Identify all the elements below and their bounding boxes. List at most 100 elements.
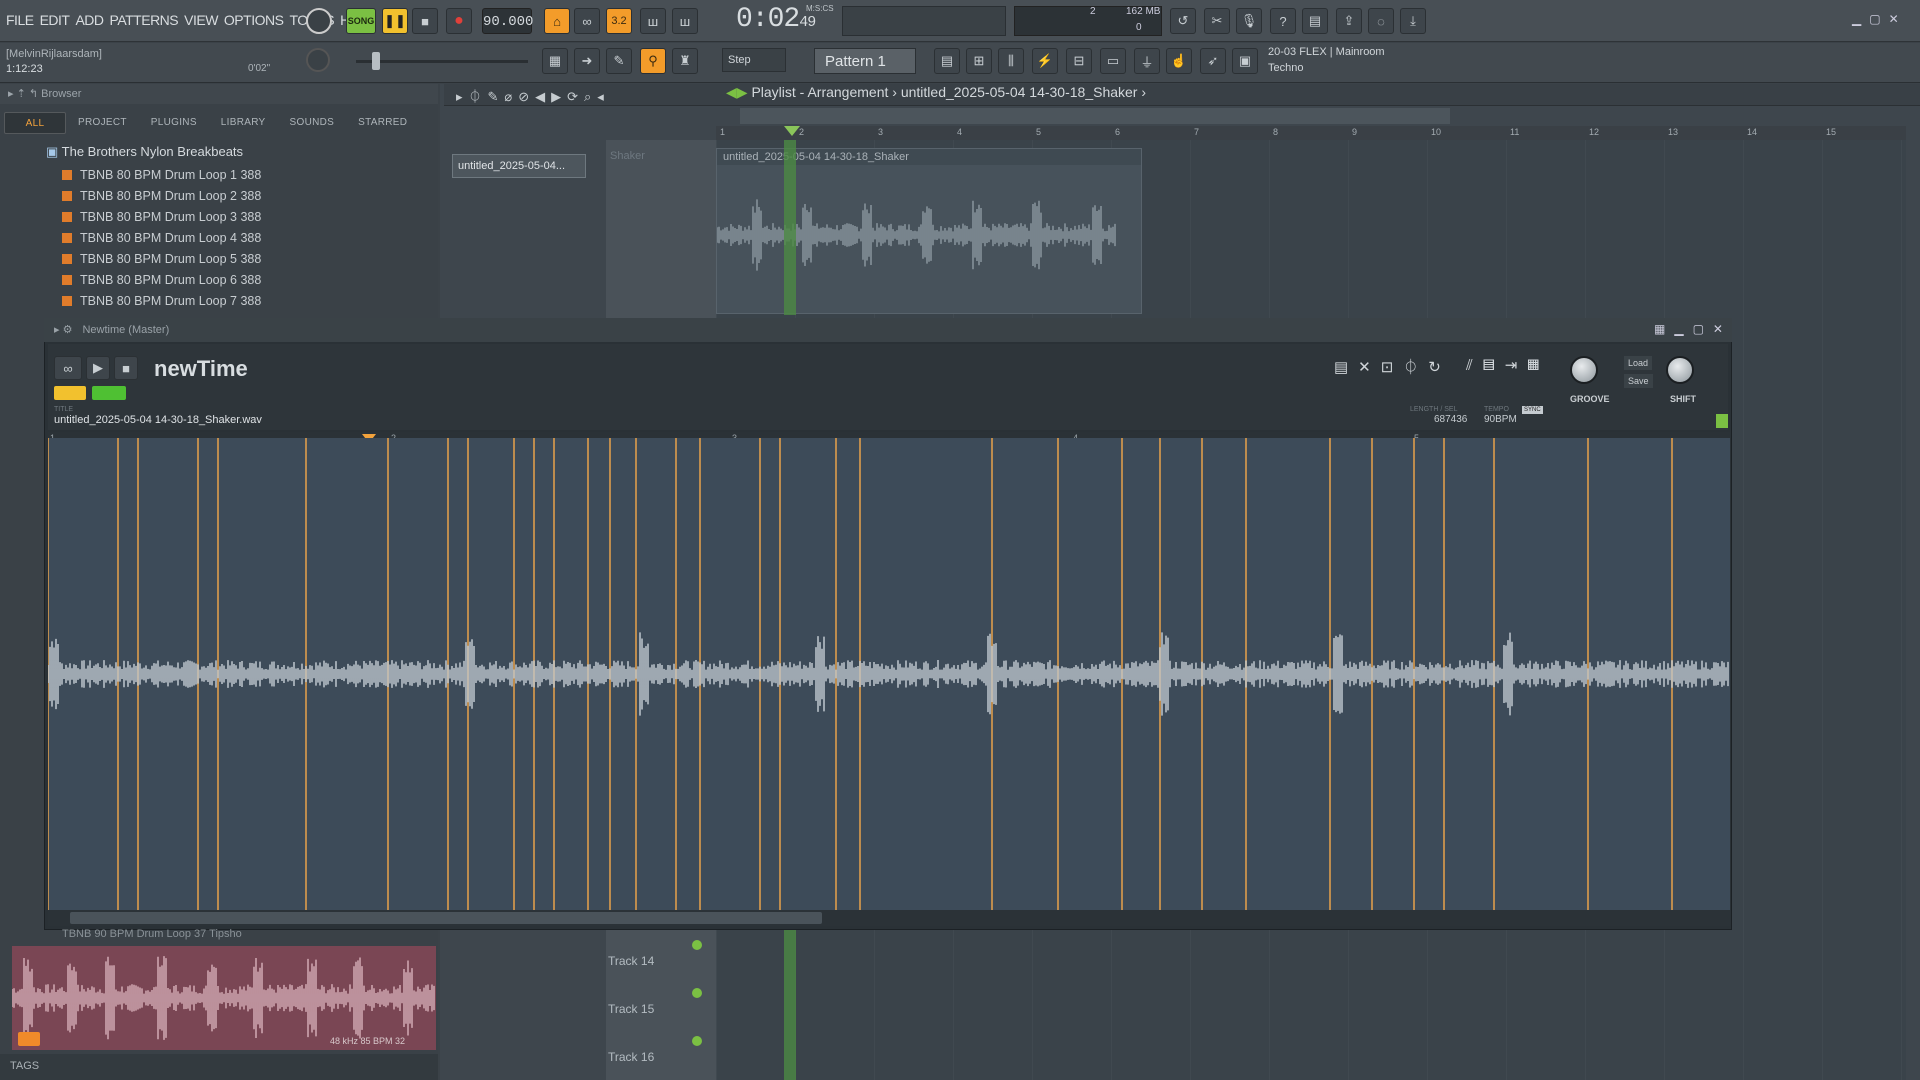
folder-item[interactable]: ▣ The Brothers Nylon Breakbeats — [46, 144, 243, 160]
track-mute-led[interactable] — [692, 988, 702, 998]
browser-file-item[interactable]: TBNB 80 BPM Drum Loop 4 388 — [62, 231, 261, 245]
track-mute-led[interactable] — [692, 1036, 702, 1046]
browser-arrows-icon[interactable]: ▸ ⇡ ↰ — [8, 88, 41, 100]
brush-icon[interactable]: ✎ — [606, 48, 632, 74]
plugin-picker-icon[interactable]: ⚡ — [1032, 48, 1058, 74]
groove-knob[interactable] — [1570, 356, 1598, 384]
menu-edit[interactable]: EDIT — [40, 12, 70, 28]
news-line2[interactable]: Techno — [1268, 62, 1303, 74]
stamp-icon[interactable]: ♜ — [672, 48, 698, 74]
browser-tab-all[interactable]: ALL — [4, 112, 66, 134]
playlist-icon[interactable]: ▤ — [934, 48, 960, 74]
newtime-window-controls[interactable]: ▦▁▢✕ — [1654, 322, 1732, 336]
track-name[interactable]: Shaker — [610, 150, 645, 162]
countdown-icon[interactable]: 3.2 — [606, 8, 632, 34]
bird-icon[interactable]: ➶ — [1200, 48, 1226, 74]
news-line1[interactable]: 20-03 FLEX | Mainroom — [1268, 46, 1385, 58]
metronome-icon[interactable]: ⌂ — [544, 8, 570, 34]
preview-toggle[interactable] — [92, 386, 126, 400]
playlist-tools-icon[interactable]: ▸⏀✎⌀⊘◀▶⟳⌕◂ — [456, 86, 610, 105]
browser-file-item[interactable]: TBNB 80 BPM Drum Loop 1 388 — [62, 168, 261, 182]
master-volume-slider[interactable] — [356, 60, 528, 63]
master-volume-handle[interactable] — [372, 52, 380, 70]
arrow-icon[interactable]: ➜ — [574, 48, 600, 74]
save-icon[interactable]: ▤ — [1302, 8, 1328, 34]
newtime-gear-icon[interactable]: ▸ ⚙ — [44, 318, 82, 341]
stop-icon[interactable]: ■ — [114, 356, 138, 380]
browser-tab-sounds[interactable]: SOUNDS — [278, 112, 347, 134]
plug-icon[interactable]: ⏚ — [1134, 48, 1160, 74]
export-icon[interactable]: ⇪ — [1336, 8, 1362, 34]
load-button[interactable]: Load — [1624, 356, 1653, 370]
store-icon[interactable]: ▣ — [1232, 48, 1258, 74]
browser-tab-plugins[interactable]: PLUGINS — [139, 112, 209, 134]
master-pitch-knob[interactable] — [306, 48, 330, 72]
cut-icon[interactable]: ✂ — [1204, 8, 1230, 34]
folder-icon: ▣ — [46, 144, 62, 159]
window-controls[interactable]: ▁▢✕ — [1852, 12, 1907, 26]
browser-tab-project[interactable]: PROJECT — [66, 112, 139, 134]
menu-options[interactable]: OPTIONS — [224, 12, 284, 28]
metronome-knob[interactable] — [306, 8, 332, 34]
step-edit-icon[interactable]: ш — [640, 8, 666, 34]
record-button[interactable]: ● — [446, 8, 472, 34]
newtime-waveform-area[interactable] — [47, 438, 1730, 910]
help-icon[interactable]: ? — [1270, 8, 1296, 34]
song-mode-toggle[interactable]: SONG — [346, 8, 376, 34]
piano-roll-icon[interactable]: ▦ — [542, 48, 568, 74]
play-icon[interactable]: ▶ — [86, 356, 110, 380]
preview-play-icon[interactable] — [18, 1032, 40, 1046]
menu-view[interactable]: VIEW — [184, 12, 218, 28]
sync-button[interactable]: SYNC — [1522, 406, 1543, 414]
mic-icon[interactable]: 🎙 — [1236, 8, 1262, 34]
menu-patterns[interactable]: PATTERNS — [110, 12, 179, 28]
playhead-marker-icon[interactable] — [784, 126, 800, 136]
menu-add[interactable]: ADD — [75, 12, 104, 28]
shift-knob[interactable] — [1666, 356, 1694, 384]
channel-rack-icon[interactable]: ⊞ — [966, 48, 992, 74]
playhead[interactable] — [784, 140, 796, 315]
browser-file-item[interactable]: TBNB 80 BPM Drum Loop 3 388 — [62, 210, 261, 224]
download-icon[interactable]: ⤓ — [1400, 8, 1426, 34]
chat-icon[interactable]: ◌ — [1368, 8, 1394, 34]
browser-file-item[interactable]: TBNB 80 BPM Drum Loop 2 388 — [62, 189, 261, 203]
track-label[interactable]: Track 16 — [608, 1050, 654, 1064]
newtime-scroll-thumb[interactable] — [70, 912, 822, 924]
stop-button[interactable]: ■ — [412, 8, 438, 34]
track-mute-led[interactable] — [692, 940, 702, 950]
link-icon[interactable]: ⚲ — [640, 48, 666, 74]
playlist-ruler[interactable]: 1 2 3 4 5 6 7 8 9 10 11 12 13 14 15 — [716, 126, 1906, 140]
wait-icon[interactable]: ∞ — [574, 8, 600, 34]
link-toggle[interactable] — [54, 386, 86, 400]
playlist-scrollbar[interactable] — [740, 108, 1450, 124]
tags-bar[interactable]: TAGS — [0, 1054, 438, 1080]
touch-icon[interactable]: ☝ — [1166, 48, 1192, 74]
tempo-display[interactable]: 90.000 — [482, 8, 533, 34]
loop-record-icon[interactable]: ш — [672, 8, 698, 34]
audio-clip[interactable]: untitled_2025-05-04 14-30-18_Shaker — [716, 148, 1142, 314]
pause-button[interactable]: ❚❚ — [382, 8, 408, 34]
save-button[interactable]: Save — [1624, 374, 1653, 388]
track-label[interactable]: Track 15 — [608, 1002, 654, 1016]
mixer-icon[interactable]: ⫼ — [998, 48, 1024, 74]
undo-icon[interactable]: ↺ — [1170, 8, 1196, 34]
browser-file-item[interactable]: TBNB 80 BPM Drum Loop 7 388 — [62, 294, 261, 308]
track-label[interactable]: Track 14 — [608, 954, 654, 968]
newtime-waveform[interactable] — [47, 438, 1730, 910]
partial-file-item[interactable]: TBNB 90 BPM Drum Loop 37 Tipsho — [62, 928, 242, 940]
browser-tab-starred[interactable]: STARRED — [346, 112, 419, 134]
newtime-tools-icon[interactable]: ⫽▤⇥▦ — [1466, 356, 1549, 374]
newtime-toolbar-icon[interactable]: ▤✕⊡⏀↻ — [1334, 356, 1451, 377]
browser-file-item[interactable]: TBNB 80 BPM Drum Loop 6 388 — [62, 273, 261, 287]
picker-item[interactable]: untitled_2025-05-04... — [452, 154, 586, 178]
loop-icon[interactable]: ∞ — [54, 356, 82, 380]
browser-file-item[interactable]: TBNB 80 BPM Drum Loop 5 388 — [62, 252, 261, 266]
project-icon[interactable]: ▭ — [1100, 48, 1126, 74]
menu-file[interactable]: FILE — [6, 12, 34, 28]
sample-preview[interactable] — [11, 946, 436, 1050]
snap-select[interactable]: Step — [722, 48, 786, 72]
pattern-select[interactable]: Pattern 1 — [814, 48, 916, 74]
browser-icon[interactable]: ⊟ — [1066, 48, 1092, 74]
waveform-path — [11, 956, 435, 1040]
browser-tab-library[interactable]: LIBRARY — [209, 112, 278, 134]
